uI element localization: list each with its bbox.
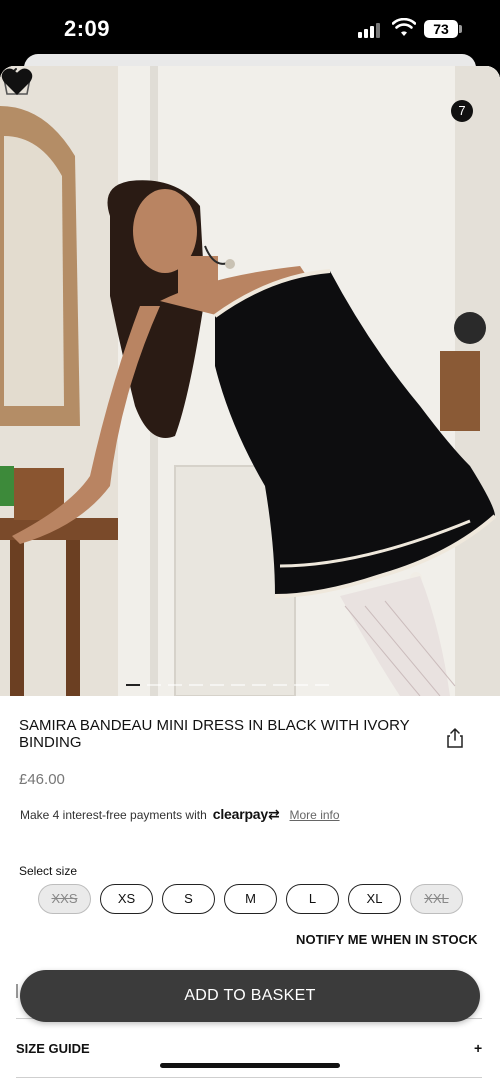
product-page: 7 SAMIRA BANDEAU MINI DRESS IN BLACK WIT… xyxy=(0,66,500,1080)
notify-me-link[interactable]: NOTIFY ME WHEN IN STOCK xyxy=(296,932,478,947)
gallery-dot[interactable] xyxy=(252,684,266,686)
gallery-pagination xyxy=(126,684,329,688)
product-price: £46.00 xyxy=(19,771,65,788)
size-option-s[interactable]: S xyxy=(162,884,215,914)
size-option-xs[interactable]: XS xyxy=(100,884,153,914)
gallery-dot[interactable] xyxy=(273,684,287,686)
add-to-basket-button[interactable]: ADD TO BASKET xyxy=(20,970,480,1022)
gallery-dot[interactable] xyxy=(210,684,224,686)
product-image[interactable]: 7 xyxy=(0,66,500,696)
gallery-dot-active[interactable] xyxy=(126,684,140,686)
gallery-dot[interactable] xyxy=(231,684,245,686)
battery-indicator: 73 xyxy=(424,20,458,38)
more-info-link[interactable]: More info xyxy=(290,808,340,822)
size-guide-label[interactable]: SIZE GUIDE xyxy=(16,1041,90,1056)
gallery-dot[interactable] xyxy=(294,684,308,686)
size-option-xl[interactable]: XL xyxy=(348,884,401,914)
battery-tip xyxy=(459,25,462,33)
wifi-icon xyxy=(392,18,416,36)
basket-count-badge: 7 xyxy=(451,100,473,122)
wishlist-heart-icon[interactable] xyxy=(0,66,34,98)
cellular-signal-icon xyxy=(358,22,384,38)
gallery-dot[interactable] xyxy=(147,684,161,686)
product-photo-illustration xyxy=(0,66,500,696)
clearpay-row: Make 4 interest-free payments with clear… xyxy=(20,806,340,823)
size-option-xxs[interactable]: XXS xyxy=(38,884,91,914)
gallery-dot[interactable] xyxy=(315,684,329,686)
select-size-label: Select size xyxy=(19,864,78,878)
status-bar: 2:09 73 xyxy=(0,0,500,58)
home-indicator xyxy=(160,1063,340,1068)
product-title: SAMIRA BANDEAU MINI DRESS IN BLACK WITH … xyxy=(19,717,410,751)
gallery-dot[interactable] xyxy=(189,684,203,686)
gallery-dot[interactable] xyxy=(168,684,182,686)
size-options: XXS XS S M L XL XXL xyxy=(38,884,463,914)
size-option-xxl[interactable]: XXL xyxy=(410,884,463,914)
share-icon[interactable] xyxy=(446,728,464,748)
divider xyxy=(16,1077,482,1078)
size-guide-expand-icon[interactable]: + xyxy=(474,1040,482,1056)
clearpay-logo: clearpay⇄ xyxy=(212,806,280,822)
payment-text: Make 4 interest-free payments with xyxy=(20,807,207,822)
size-option-m[interactable]: M xyxy=(224,884,277,914)
status-time: 2:09 xyxy=(64,16,111,41)
size-option-l[interactable]: L xyxy=(286,884,339,914)
